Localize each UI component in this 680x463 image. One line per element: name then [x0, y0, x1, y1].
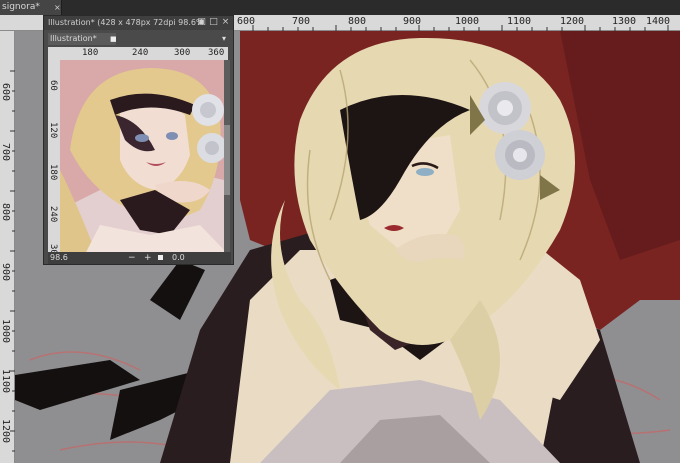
vertical-ruler[interactable]: 600 700 800 900 1000 1100 1200: [0, 31, 15, 463]
ruler-label: 60: [48, 80, 58, 91]
navigator-panel[interactable]: Illustration* (428 x 478px 72dpi 98.6% ▣…: [43, 15, 234, 265]
navigator-thumbnail: [60, 60, 224, 264]
scrollbar-thumb[interactable]: [224, 125, 230, 195]
ruler-label: 1200: [0, 419, 11, 444]
ruler-label: 600: [0, 83, 11, 102]
document-tab-bar: signora* ×: [0, 0, 680, 15]
ruler-label: 180: [82, 48, 99, 58]
float-window-icon[interactable]: □: [208, 17, 219, 28]
close-icon[interactable]: ×: [220, 17, 231, 28]
ruler-label: 1200: [560, 16, 585, 27]
navigator-vertical-ruler: 60 120 180 240 300: [48, 60, 60, 264]
ruler-label: 700: [292, 16, 311, 27]
navigator-preview[interactable]: [60, 60, 224, 264]
ruler-label: 120: [48, 122, 58, 139]
rotation-angle[interactable]: 0.0: [172, 252, 185, 264]
modified-dot-icon: ■: [110, 35, 117, 43]
ruler-label: 800: [348, 16, 367, 27]
ruler-label: 700: [0, 143, 11, 162]
zoom-out-button[interactable]: −: [128, 252, 136, 264]
zoom-slider-handle[interactable]: [158, 255, 163, 260]
ruler-label: 900: [403, 16, 422, 27]
ruler-label: 800: [0, 203, 11, 222]
document-tab-label: signora*: [2, 2, 40, 12]
navigator-scrollbar[interactable]: [224, 60, 230, 264]
ruler-label: 180: [48, 164, 58, 181]
close-icon[interactable]: ×: [54, 0, 61, 15]
ruler-label: 1400: [646, 16, 671, 27]
navigator-toolbar: 98.6 − + 0.0: [48, 252, 231, 264]
zoom-level[interactable]: 98.6: [50, 252, 68, 264]
ruler-label: 240: [48, 206, 58, 223]
zoom-in-button[interactable]: +: [144, 252, 152, 264]
ruler-label: 1100: [0, 369, 11, 394]
ruler-label: 240: [132, 48, 149, 58]
canvas-select[interactable]: Illustration*: [48, 33, 116, 45]
ruler-label: 1000: [455, 16, 480, 27]
ruler-label: 360: [208, 48, 225, 58]
ruler-label: 900: [0, 263, 11, 282]
ruler-label: 600: [237, 16, 256, 27]
navigator-horizontal-ruler: 180 240 300 360: [48, 47, 228, 60]
document-tab[interactable]: signora* ×: [0, 0, 62, 15]
ruler-label: 1000: [0, 319, 11, 344]
ruler-label: 1300: [612, 16, 637, 27]
chevron-down-icon[interactable]: ▾: [222, 33, 226, 45]
pin-icon[interactable]: ▣: [196, 17, 207, 28]
ruler-label: 1100: [507, 16, 532, 27]
ruler-label: 300: [174, 48, 191, 58]
